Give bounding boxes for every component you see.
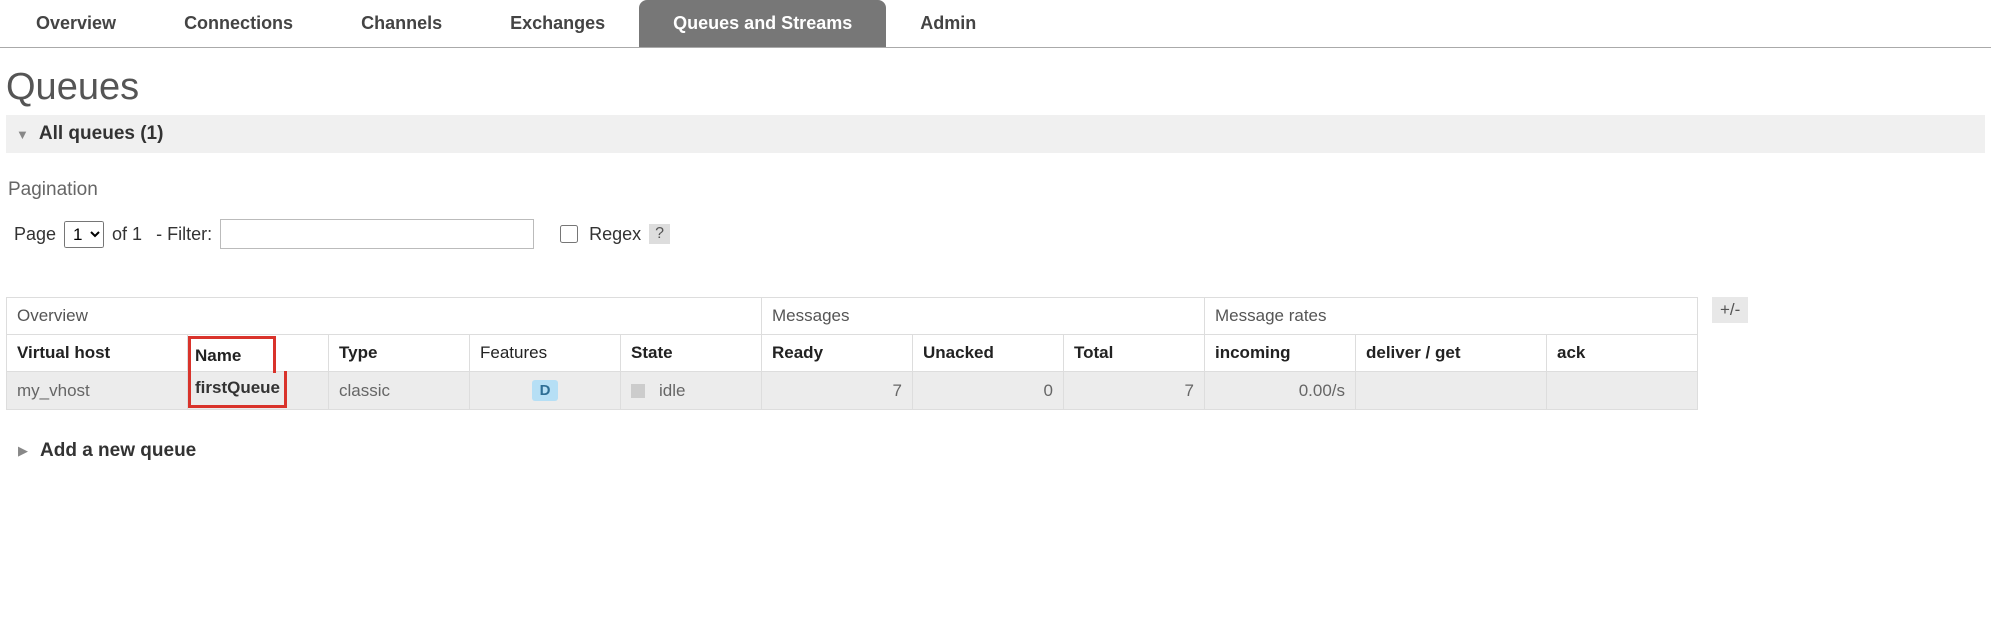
add-new-queue-toggle[interactable]: ▶ Add a new queue (18, 440, 1991, 462)
regex-checkbox[interactable] (560, 225, 578, 243)
cell-ready: 7 (762, 372, 913, 410)
pagination-label: Pagination (8, 179, 1991, 201)
page-select[interactable]: 1 (64, 221, 104, 248)
cell-incoming: 0.00/s (1205, 372, 1356, 410)
regex-help-icon[interactable]: ? (649, 224, 670, 244)
col-state[interactable]: State (621, 335, 762, 372)
tab-overview[interactable]: Overview (2, 0, 150, 47)
cell-type: classic (329, 372, 470, 410)
main-tabs: Overview Connections Channels Exchanges … (0, 0, 1991, 48)
cell-vhost: my_vhost (7, 372, 188, 410)
tab-exchanges[interactable]: Exchanges (476, 0, 639, 47)
group-rates: Message rates (1205, 298, 1698, 335)
col-incoming[interactable]: incoming (1205, 335, 1356, 372)
col-features[interactable]: Features (470, 335, 621, 372)
col-unacked[interactable]: Unacked (913, 335, 1064, 372)
tab-queues-and-streams[interactable]: Queues and Streams (639, 0, 886, 47)
chevron-right-icon: ▶ (18, 443, 28, 459)
group-overview: Overview (7, 298, 762, 335)
col-total[interactable]: Total (1064, 335, 1205, 372)
state-text: idle (659, 381, 685, 400)
col-name-highlight: Name (188, 336, 276, 373)
cell-ack (1547, 372, 1698, 410)
state-idle-icon (631, 384, 645, 398)
filter-row: Page 1 of 1 - Filter: Regex ? (14, 219, 1991, 249)
regex-label: Regex (589, 224, 641, 245)
col-ack[interactable]: ack (1547, 335, 1698, 372)
table-row: my_vhost firstQueue classic D idle 7 0 7… (7, 372, 1698, 410)
col-name[interactable]: Name (188, 335, 329, 372)
cell-deliver (1356, 372, 1547, 410)
columns-toggle-button[interactable]: +/- (1712, 297, 1748, 323)
page-of-label: of 1 (112, 224, 142, 245)
col-virtual-host[interactable]: Virtual host (7, 335, 188, 372)
queues-table: Overview Messages Message rates Virtual … (6, 297, 1698, 410)
tab-channels[interactable]: Channels (327, 0, 476, 47)
durable-badge: D (532, 380, 559, 401)
page-label: Page (14, 224, 56, 245)
cell-state: idle (621, 372, 762, 410)
col-deliver-get[interactable]: deliver / get (1356, 335, 1547, 372)
chevron-down-icon: ▼ (16, 127, 29, 142)
col-ready[interactable]: Ready (762, 335, 913, 372)
page-title: Queues (6, 66, 1991, 109)
filter-input[interactable] (220, 219, 534, 249)
queue-name-link[interactable]: firstQueue (195, 378, 280, 397)
tab-admin[interactable]: Admin (886, 0, 1010, 47)
cell-total: 7 (1064, 372, 1205, 410)
filter-label: - Filter: (156, 224, 212, 245)
group-messages: Messages (762, 298, 1205, 335)
col-type[interactable]: Type (329, 335, 470, 372)
cell-name: firstQueue (188, 372, 329, 410)
all-queues-toggle[interactable]: ▼ All queues (1) (6, 115, 1985, 153)
cell-features: D (470, 372, 621, 410)
all-queues-label: All queues (1) (39, 123, 164, 145)
add-new-queue-label: Add a new queue (40, 440, 196, 462)
cell-unacked: 0 (913, 372, 1064, 410)
tab-connections[interactable]: Connections (150, 0, 327, 47)
